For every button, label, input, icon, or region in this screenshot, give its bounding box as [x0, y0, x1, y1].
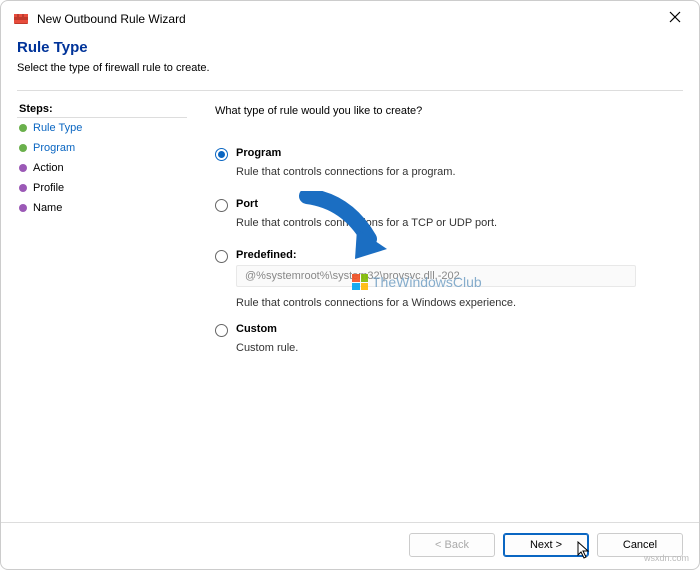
option-predefined-desc: Rule that controls connections for a Win…	[236, 297, 516, 309]
next-button[interactable]: Next >	[503, 533, 589, 557]
option-predefined[interactable]: Predefined: @%systemroot%\system32\provs…	[215, 249, 675, 311]
option-program-label: Program	[236, 147, 675, 159]
option-port-label: Port	[236, 198, 675, 210]
back-button: < Back	[409, 533, 495, 557]
option-program-desc: Rule that controls connections for a pro…	[236, 166, 456, 178]
option-custom-label: Custom	[236, 323, 675, 335]
page-subtitle: Select the type of firewall rule to crea…	[17, 62, 683, 74]
sidebar-title: Steps:	[17, 99, 187, 118]
page-header: Rule Type Select the type of firewall ru…	[1, 35, 699, 84]
step-label: Program	[33, 142, 75, 154]
steps-sidebar: Steps: Rule Type Program Action Profile …	[17, 99, 187, 522]
step-label: Name	[33, 202, 62, 214]
step-program[interactable]: Program	[17, 138, 187, 158]
option-program[interactable]: Program Rule that controls connections f…	[215, 147, 675, 180]
option-predefined-label: Predefined:	[236, 249, 675, 261]
predefined-dropdown[interactable]: @%systemroot%\system32\provsvc.dll,-202	[236, 265, 636, 287]
page-title: Rule Type	[17, 39, 683, 56]
close-icon	[669, 11, 681, 23]
radio-custom[interactable]	[215, 324, 228, 337]
window-title: New Outbound Rule Wizard	[37, 12, 186, 26]
step-rule-type[interactable]: Rule Type	[17, 118, 187, 138]
step-profile[interactable]: Profile	[17, 178, 187, 198]
option-port-desc: Rule that controls connections for a TCP…	[236, 217, 497, 229]
option-custom-desc: Custom rule.	[236, 342, 298, 354]
option-port[interactable]: Port Rule that controls connections for …	[215, 198, 675, 231]
step-label: Action	[33, 162, 64, 174]
step-name[interactable]: Name	[17, 198, 187, 218]
option-custom[interactable]: Custom Custom rule.	[215, 323, 675, 356]
content-question: What type of rule would you like to crea…	[215, 105, 675, 117]
content-pane: What type of rule would you like to crea…	[187, 99, 683, 522]
step-action[interactable]: Action	[17, 158, 187, 178]
step-label: Profile	[33, 182, 64, 194]
firewall-icon	[13, 11, 29, 27]
radio-predefined[interactable]	[215, 250, 228, 263]
attribution-text: wsxdn.com	[644, 553, 689, 563]
close-button[interactable]	[663, 8, 687, 30]
radio-port[interactable]	[215, 199, 228, 212]
radio-program[interactable]	[215, 148, 228, 161]
footer: < Back Next > Cancel	[1, 522, 699, 569]
titlebar: New Outbound Rule Wizard	[1, 1, 699, 35]
body: Steps: Rule Type Program Action Profile …	[1, 91, 699, 522]
wizard-window: New Outbound Rule Wizard Rule Type Selec…	[0, 0, 700, 570]
step-label: Rule Type	[33, 122, 82, 134]
